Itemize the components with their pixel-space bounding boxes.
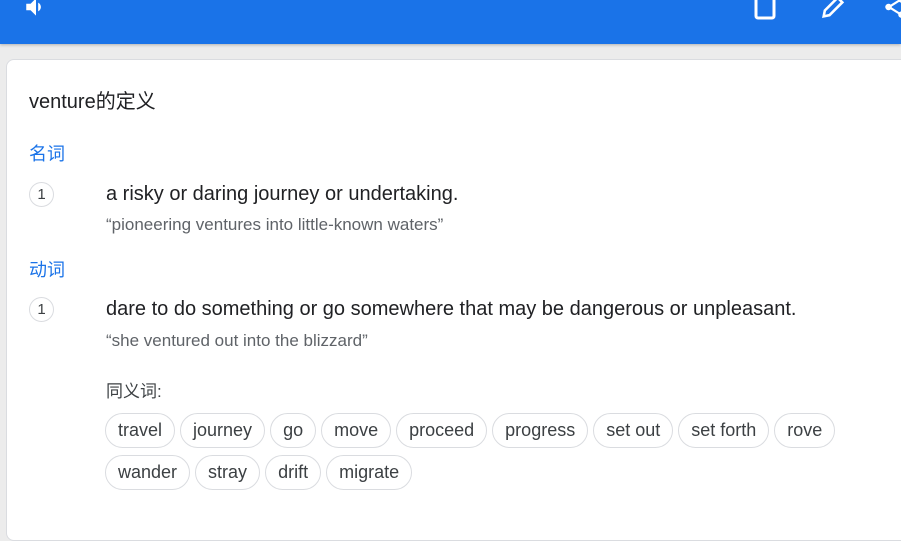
synonym-chip[interactable]: drift (265, 455, 322, 490)
synonym-chip[interactable]: stray (195, 455, 261, 490)
synonym-chip[interactable]: progress (492, 413, 589, 448)
speaker-icon[interactable] (21, 0, 51, 22)
synonym-chip[interactable]: proceed (396, 413, 488, 448)
synonym-chip[interactable]: wander (105, 455, 191, 490)
synonym-chip[interactable]: go (270, 413, 317, 448)
synonym-chip[interactable]: journey (180, 413, 266, 448)
verb-sense-number: 1 (29, 297, 54, 322)
pencil-icon[interactable] (818, 0, 848, 22)
verb-definition: dare to do something or go somewhere tha… (106, 298, 797, 320)
synonym-chip[interactable]: migrate (326, 455, 413, 490)
top-toolbar (0, 0, 901, 44)
synonyms-label: 同义词: (106, 382, 162, 401)
verb-label: 动词 (29, 260, 65, 280)
noun-example: “pioneering ventures into little-known w… (106, 215, 444, 234)
noun-definition: a risky or daring journey or undertaking… (106, 183, 459, 205)
copy-icon[interactable] (751, 0, 781, 22)
synonym-chip[interactable]: rove (774, 413, 836, 448)
share-icon[interactable] (880, 0, 901, 22)
definition-title: venture的定义 (29, 91, 156, 113)
noun-sense-number: 1 (29, 182, 54, 207)
noun-label: 名词 (29, 144, 65, 164)
synonym-chips: travel journey go move proceed progress … (105, 413, 885, 490)
synonym-chip[interactable]: set forth (678, 413, 770, 448)
synonym-chip[interactable]: move (321, 413, 392, 448)
synonym-chip[interactable]: travel (105, 413, 176, 448)
verb-example: “she ventured out into the blizzard” (106, 331, 368, 350)
synonym-chip[interactable]: set out (593, 413, 674, 448)
